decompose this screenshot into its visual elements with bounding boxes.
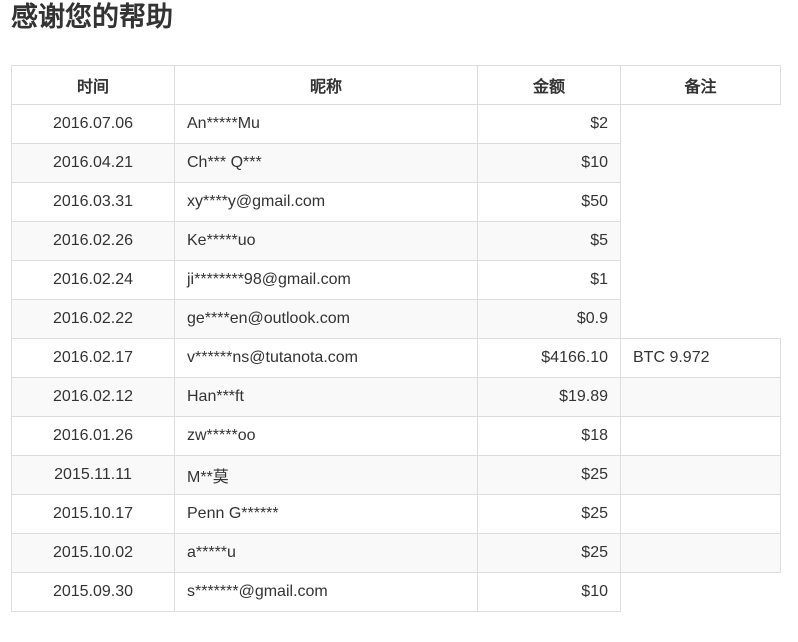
cell-amount: $25: [477, 533, 621, 573]
cell-note: [620, 143, 781, 183]
table-body: 2016.07.06 An*****Mu $2 2016.04.21 Ch***…: [11, 104, 781, 612]
cell-date: 2015.09.30: [11, 572, 175, 612]
table-row: 2016.07.06 An*****Mu $2: [11, 104, 781, 144]
cell-note: [620, 572, 781, 612]
cell-note: [620, 260, 781, 300]
cell-date: 2016.02.24: [11, 260, 175, 300]
header-note: 备注: [620, 65, 781, 105]
cell-date: 2016.02.12: [11, 377, 175, 417]
table-row: 2015.10.17 Penn G****** $25: [11, 494, 781, 534]
cell-note: [620, 455, 781, 495]
cell-date: 2015.11.11: [11, 455, 175, 495]
cell-date: 2016.02.26: [11, 221, 175, 261]
cell-note: [620, 182, 781, 222]
cell-name: ge****en@outlook.com: [174, 299, 478, 339]
table-row: 2016.03.31 xy****y@gmail.com $50: [11, 182, 781, 222]
cell-amount: $10: [477, 143, 621, 183]
cell-note: [620, 377, 781, 417]
table-row: 2016.02.22 ge****en@outlook.com $0.9: [11, 299, 781, 339]
cell-name: Han***ft: [174, 377, 478, 417]
cell-amount: $25: [477, 455, 621, 495]
cell-name: ji********98@gmail.com: [174, 260, 478, 300]
table-row: 2015.10.02 a*****u $25: [11, 533, 781, 573]
cell-date: 2016.02.17: [11, 338, 175, 378]
header-name: 昵称: [174, 65, 478, 105]
cell-amount: $5: [477, 221, 621, 261]
cell-note: [620, 104, 781, 144]
cell-date: 2016.01.26: [11, 416, 175, 456]
cell-date: 2016.07.06: [11, 104, 175, 144]
table-row: 2016.02.12 Han***ft $19.89: [11, 377, 781, 417]
donations-table: 时间 昵称 金额 备注 2016.07.06 An*****Mu $2 2016…: [11, 65, 781, 612]
cell-amount: $19.89: [477, 377, 621, 417]
cell-name: a*****u: [174, 533, 478, 573]
table-row: 2015.11.11 M**莫 $25: [11, 455, 781, 495]
cell-amount: $0.9: [477, 299, 621, 339]
cell-note: [620, 299, 781, 339]
table-row: 2016.01.26 zw*****oo $18: [11, 416, 781, 456]
cell-date: 2016.03.31: [11, 182, 175, 222]
cell-name: xy****y@gmail.com: [174, 182, 478, 222]
table-header: 时间 昵称 金额 备注: [11, 65, 781, 105]
table-row: 2016.04.21 Ch*** Q*** $10: [11, 143, 781, 183]
table-row: 2015.09.30 s*******@gmail.com $10: [11, 572, 781, 612]
cell-name: v******ns@tutanota.com: [174, 338, 478, 378]
page-title: 感谢您的帮助: [11, 2, 173, 33]
header-row: 时间 昵称 金额 备注: [11, 65, 781, 105]
cell-date: 2015.10.17: [11, 494, 175, 534]
cell-date: 2016.02.22: [11, 299, 175, 339]
cell-name: Penn G******: [174, 494, 478, 534]
header-date: 时间: [11, 65, 175, 105]
cell-amount: $18: [477, 416, 621, 456]
table-row: 2016.02.24 ji********98@gmail.com $1: [11, 260, 781, 300]
cell-name: zw*****oo: [174, 416, 478, 456]
cell-name: An*****Mu: [174, 104, 478, 144]
cell-name: Ke*****uo: [174, 221, 478, 261]
cell-date: 2015.10.02: [11, 533, 175, 573]
cell-amount: $10: [477, 572, 621, 612]
cell-note: BTC 9.972: [620, 338, 781, 378]
cell-amount: $2: [477, 104, 621, 144]
cell-name: s*******@gmail.com: [174, 572, 478, 612]
cell-amount: $25: [477, 494, 621, 534]
table-row: 2016.02.26 Ke*****uo $5: [11, 221, 781, 261]
cell-amount: $4166.10: [477, 338, 621, 378]
cell-name: M**莫: [174, 455, 478, 495]
cell-note: [620, 416, 781, 456]
cell-note: [620, 533, 781, 573]
cell-name: Ch*** Q***: [174, 143, 478, 183]
cell-note: [620, 494, 781, 534]
header-amount: 金额: [477, 65, 621, 105]
cell-note: [620, 221, 781, 261]
cell-amount: $50: [477, 182, 621, 222]
cell-amount: $1: [477, 260, 621, 300]
cell-date: 2016.04.21: [11, 143, 175, 183]
table-row: 2016.02.17 v******ns@tutanota.com $4166.…: [11, 338, 781, 378]
